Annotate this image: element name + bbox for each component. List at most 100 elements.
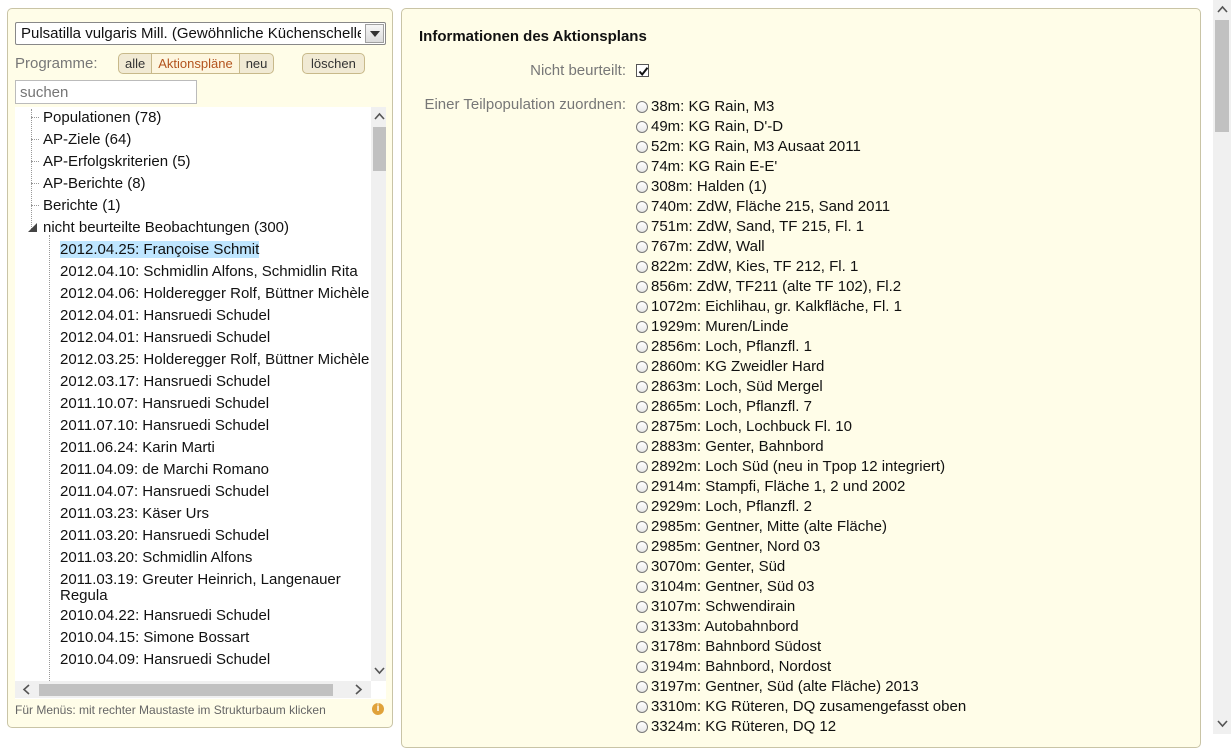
observation-item[interactable]: 2011.10.07: Hansruedi Schudel [60,396,370,412]
tree-horizontal-scrollbar[interactable] [15,681,371,698]
subpopulation-label: 3107m: Schwendirain [651,598,796,615]
observation-item[interactable]: 2011.06.24: Karin Marti [60,440,370,456]
chevron-down-icon[interactable] [365,24,384,43]
radio-button[interactable] [636,121,648,133]
radio-button[interactable] [636,321,648,333]
radio-button[interactable] [636,401,648,413]
radio-button[interactable] [636,541,648,553]
observation-item[interactable]: 2011.03.23: Käser Urs [60,506,370,522]
subpopulation-label: 3133m: Autobahnbord [651,618,799,635]
observation-item[interactable]: 2010.04.09: Hansruedi Schudel [60,652,370,668]
observation-item[interactable]: 2012.04.01: Hansruedi Schudel [60,330,370,346]
observation-item[interactable]: 2011.04.09: de Marchi Romano [60,462,370,478]
form-title: Informationen des Aktionsplans [419,28,647,45]
observation-item[interactable]: 2011.03.19: Greuter Heinrich, Langenauer… [60,572,370,604]
subpopulation-label: 2865m: Loch, Pflanzfl. 7 [651,398,812,415]
subpopulation-label: 2892m: Loch Süd (neu in Tpop 12 integrie… [651,458,946,475]
page-vertical-scroll-thumb[interactable] [1215,20,1229,132]
subpopulation-label: 3178m: Bahnbord Südost [651,638,822,655]
programme-all-button[interactable]: alle [119,54,153,73]
radio-button[interactable] [636,141,648,153]
tree-node-reports[interactable]: Berichte (1) [43,197,121,214]
page-vertical-scrollbar[interactable] [1213,0,1231,734]
scroll-down-icon[interactable] [1217,718,1228,729]
radio-button[interactable] [636,161,648,173]
observation-label: 2011.04.09: de Marchi Romano [60,461,270,478]
not-assessed-checkbox[interactable] [636,64,649,77]
observation-label: 2011.03.20: Hansruedi Schudel [60,527,270,544]
observation-item[interactable]: 2012.03.17: Hansruedi Schudel [60,374,370,390]
scroll-up-icon[interactable] [1217,4,1228,15]
radio-button[interactable] [636,521,648,533]
subpopulation-label: 38m: KG Rain, M3 [651,98,775,115]
radio-button[interactable] [636,441,648,453]
tree-node-ap-reports[interactable]: AP-Berichte (8) [43,175,146,192]
radio-button[interactable] [636,701,648,713]
observation-item[interactable]: 2012.04.06: Holderegger Rolf, Büttner Mi… [60,286,370,302]
observation-item[interactable]: 2012.04.01: Hansruedi Schudel [60,308,370,324]
radio-button[interactable] [636,661,648,673]
scroll-up-icon[interactable] [374,111,385,122]
programme-new-button[interactable]: neu [240,54,274,73]
tree-node-unassessed-observations[interactable]: nicht beurteilte Beobachtungen (300) [28,219,290,236]
radio-button[interactable] [636,421,648,433]
tree-node-populations[interactable]: Populationen (78) [43,109,161,126]
species-select[interactable]: Pulsatilla vulgaris Mill. (Gewöhnliche K… [15,22,386,45]
radio-button[interactable] [636,381,648,393]
radio-button[interactable] [636,341,648,353]
subpopulation-label: 3194m: Bahnbord, Nordost [651,658,832,675]
observation-item[interactable]: 2010.04.15: Simone Bossart [60,630,370,646]
tree-node-ap-success-criteria[interactable]: AP-Erfolgskriterien (5) [43,153,191,170]
radio-button[interactable] [636,681,648,693]
observation-item[interactable]: 2010.04.22: Hansruedi Schudel [60,608,370,624]
assign-subpopulation-label: Einer Teilpopulation zuordnen: [424,96,626,113]
observation-label: 2011.03.23: Käser Urs [60,505,209,522]
radio-button[interactable] [636,221,648,233]
subpopulation-label: 2863m: Loch, Süd Mergel [651,378,823,395]
delete-button[interactable]: löschen [302,53,365,74]
observation-item[interactable]: 2012.04.25: Françoise Schmit [60,241,370,258]
radio-button[interactable] [636,621,648,633]
observation-item[interactable]: 2012.04.10: Schmidlin Alfons, Schmidlin … [60,264,370,280]
observation-label: 2012.03.17: Hansruedi Schudel [60,373,271,390]
radio-button[interactable] [636,261,648,273]
observation-item[interactable]: 2011.07.10: Hansruedi Schudel [60,418,370,434]
radio-button[interactable] [636,361,648,373]
subpopulation-label: 2914m: Stampfi, Fläche 1, 2 und 2002 [651,478,906,495]
observation-label: 2010.04.15: Simone Bossart [60,629,250,646]
programme-actionplans-button[interactable]: Aktionspläne [152,54,240,73]
scroll-right-icon[interactable] [353,684,364,695]
observation-item[interactable]: 2011.03.20: Hansruedi Schudel [60,528,370,544]
observation-item[interactable]: 2011.04.07: Hansruedi Schudel [60,484,370,500]
radio-button[interactable] [636,201,648,213]
radio-button[interactable] [636,181,648,193]
tree-node-label: nicht beurteilte Beobachtungen (300) [43,219,290,236]
scroll-left-icon[interactable] [21,684,32,695]
radio-button[interactable] [636,301,648,313]
radio-button[interactable] [636,461,648,473]
radio-button[interactable] [636,721,648,733]
tree-vertical-scroll-thumb[interactable] [373,127,386,171]
observation-item[interactable]: 2011.03.20: Schmidlin Alfons [60,550,370,566]
radio-button[interactable] [636,561,648,573]
radio-button[interactable] [636,241,648,253]
tree-vertical-scrollbar[interactable] [371,107,386,681]
scroll-down-icon[interactable] [374,665,385,676]
radio-button[interactable] [636,501,648,513]
subpopulation-label: 856m: ZdW, TF211 (alte TF 102), Fl.2 [651,278,902,295]
observation-item[interactable]: 2012.03.25: Holderegger Rolf, Büttner Mi… [60,352,370,368]
tree-horizontal-scroll-thumb[interactable] [39,684,333,696]
observation-label: 2012.04.25: Françoise Schmit [60,241,260,258]
radio-button[interactable] [636,281,648,293]
radio-button[interactable] [636,641,648,653]
observation-label: 2012.04.06: Holderegger Rolf, Büttner Mi… [60,285,370,302]
tree-node-ap-goals[interactable]: AP-Ziele (64) [43,131,131,148]
search-input[interactable] [15,80,197,104]
radio-button[interactable] [636,601,648,613]
triangle-expanded-icon[interactable] [28,223,37,232]
radio-button[interactable] [636,101,648,113]
radio-button[interactable] [636,481,648,493]
radio-button[interactable] [636,581,648,593]
info-icon[interactable]: i [372,703,384,715]
subpopulation-label: 2985m: Gentner, Mitte (alte Fläche) [651,518,887,535]
